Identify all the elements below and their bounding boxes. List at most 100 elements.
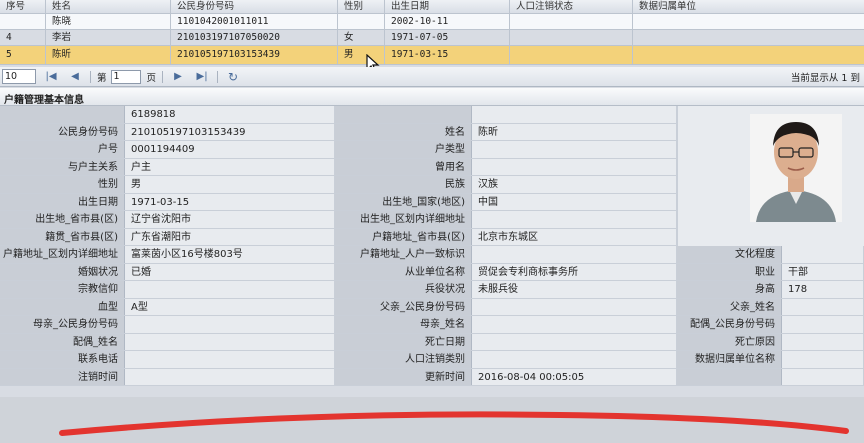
field-value: 2016-08-04 00:05:05 [472, 368, 677, 385]
pager-divider [162, 70, 164, 83]
cell-unit [633, 46, 864, 64]
field-value [472, 106, 677, 123]
table-row-selected[interactable]: 5 陈昕 210105197103153439 男 1971-03-15 [0, 46, 864, 65]
field-value [472, 141, 677, 158]
pager-divider [90, 70, 91, 83]
form-row: 注销时间 更新时间 2016-08-04 00:05:05 [0, 368, 864, 386]
cell-dob: 1971-03-15 [385, 46, 510, 64]
cell-index: 5 [0, 46, 46, 64]
field-value [125, 316, 335, 333]
field-value [782, 246, 864, 263]
field-label: 从业单位名称 [335, 263, 472, 280]
field-value: 男 [125, 176, 335, 193]
form-row: 婚姻状况 已婚 从业单位名称 贸促会专利商标事务所 职业 干部 [0, 263, 864, 281]
table-row[interactable]: 陈晓 1101042001011011 2002-10-11 [0, 14, 864, 30]
table-row[interactable]: 4 李岩 210103197107050020 女 1971-07-05 [0, 30, 864, 46]
last-page-icon[interactable]: ▶| [193, 71, 211, 82]
cell-status [510, 14, 633, 29]
field-value [472, 211, 677, 228]
cell-dob: 2002-10-11 [385, 14, 510, 29]
col-header-dob[interactable]: 出生日期 [385, 0, 510, 13]
field-label: 户籍地址_人户一致标识 [335, 246, 472, 263]
field-label: 兵役状况 [335, 281, 472, 298]
field-value: 210105197103153439 [125, 123, 335, 140]
field-value: 户主 [125, 158, 335, 175]
first-page-icon[interactable]: |◀ [42, 71, 60, 82]
form-row: 配偶_姓名 死亡日期 死亡原因 [0, 333, 864, 351]
field-value: 贸促会专利商标事务所 [472, 263, 677, 280]
col-header-name[interactable]: 姓名 [46, 0, 171, 13]
form-row: 母亲_公民身份号码 母亲_姓名 配偶_公民身份号码 [0, 316, 864, 334]
field-value [782, 298, 864, 315]
field-label: 职业 [677, 263, 782, 280]
field-value [472, 246, 677, 263]
red-underline-annotation [59, 411, 849, 436]
form-row: 联系电话 人口注销类别 数据归属单位名称 [0, 351, 864, 369]
field-label: 姓名 [335, 123, 472, 140]
field-label: 曾用名 [335, 158, 472, 175]
page-number-input[interactable]: 1 [110, 69, 141, 84]
pager-info: 当前显示从 1 到 [790, 72, 860, 84]
cell-name: 陈晓 [46, 14, 171, 29]
field-label: 民族 [335, 176, 472, 193]
field-label: 父亲_公民身份号码 [335, 298, 472, 315]
field-label: 配偶_公民身份号码 [677, 316, 782, 333]
grid-header: 序号 姓名 公民身份号码 性别 出生日期 人口注销状态 数据归属单位 [0, 0, 864, 14]
field-value: 广东省潮阳市 [125, 228, 335, 245]
field-label: 身高 [677, 281, 782, 298]
cell-status [510, 46, 633, 64]
cell-name: 李岩 [46, 30, 171, 45]
field-label: 人口注销类别 [335, 351, 472, 368]
field-value: 辽宁省沈阳市 [125, 211, 335, 228]
field-label: 联系电话 [0, 351, 125, 368]
field-label: 与户主关系 [0, 158, 125, 175]
cell-index [0, 14, 46, 29]
page-size-select[interactable]: 10 [2, 69, 36, 84]
field-label: 血型 [0, 298, 125, 315]
field-label: 更新时间 [335, 368, 472, 385]
field-value: 富莱茵小区16号楼803号 [125, 246, 335, 263]
field-value [782, 351, 864, 368]
field-value [782, 368, 864, 385]
field-label: 母亲_姓名 [335, 316, 472, 333]
field-value [125, 351, 335, 368]
section-title: 户籍管理基本信息 [4, 95, 84, 106]
field-label: 出生地_区划内详细地址 [335, 211, 472, 228]
cell-id: 210103197107050020 [171, 30, 338, 45]
field-value [472, 333, 677, 350]
field-label: 户籍地址_省市县(区) [335, 228, 472, 245]
field-value [472, 298, 677, 315]
cell-index: 4 [0, 30, 46, 45]
field-value [782, 333, 864, 350]
section-header: 户籍管理基本信息 [0, 88, 864, 106]
cell-name: 陈昕 [46, 46, 171, 64]
field-value: 已婚 [125, 263, 335, 280]
field-value: 未服兵役 [472, 281, 677, 298]
field-label: 户籍地址_区划内详细地址 [0, 246, 125, 263]
col-header-index[interactable]: 序号 [0, 0, 46, 13]
field-value: 中国 [472, 193, 677, 210]
field-label: 籍贯_省市县(区) [0, 228, 125, 245]
refresh-icon[interactable]: ↻ [224, 70, 242, 84]
cell-sex [338, 14, 385, 29]
cell-unit [633, 30, 864, 45]
col-header-status[interactable]: 人口注销状态 [510, 0, 633, 13]
form-row: 血型 A型 父亲_公民身份号码 父亲_姓名 [0, 298, 864, 316]
prev-page-icon[interactable]: ◀ [66, 71, 84, 82]
field-label [335, 106, 472, 123]
field-label: 婚姻状况 [0, 263, 125, 280]
field-value: 6189818 [125, 106, 335, 123]
col-header-sex[interactable]: 性别 [338, 0, 385, 13]
cell-unit [633, 14, 864, 29]
col-header-id[interactable]: 公民身份号码 [171, 0, 338, 13]
field-label: 公民身份号码 [0, 123, 125, 140]
col-header-unit[interactable]: 数据归属单位 [633, 0, 864, 13]
field-label: 性别 [0, 176, 125, 193]
next-page-icon[interactable]: ▶ [169, 71, 187, 82]
cell-dob: 1971-07-05 [385, 30, 510, 45]
form-row: 宗教信仰 兵役状况 未服兵役 身高 178 [0, 281, 864, 299]
cell-id: 1101042001011011 [171, 14, 338, 29]
portrait-image [750, 114, 842, 222]
field-value: 178 [782, 281, 864, 298]
field-value: A型 [125, 298, 335, 315]
